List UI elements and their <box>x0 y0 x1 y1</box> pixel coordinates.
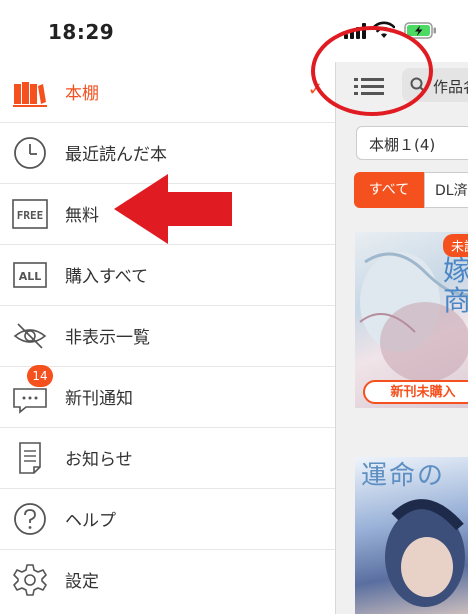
menu-label: 本棚 <box>65 84 99 104</box>
unread-tag: 未読 <box>443 234 468 257</box>
cover-title: 運命の <box>361 461 446 491</box>
annotation-arrow-icon <box>114 174 232 244</box>
menu-label: お知らせ <box>65 450 133 470</box>
bookshelf-background: 作品名 本棚１(4) すべて DL済 嫁商 未読 新刊未購入 運命の <box>335 62 468 614</box>
shelf-dropdown-value: 本棚１(4) <box>369 136 436 154</box>
side-drawer: 本棚 ✓ 最近読んだ本 FREE 無料 ALL 購入すべて 非表示一覧 14 新… <box>0 62 335 614</box>
status-time: 18:29 <box>48 20 115 44</box>
cover-title: 嫁商 <box>443 256 468 316</box>
menu-item-hidden-list[interactable]: 非表示一覧 <box>0 306 335 367</box>
bookshelf-icon <box>13 82 47 107</box>
menu-label: 最近読んだ本 <box>65 145 167 165</box>
gear-icon <box>13 564 47 596</box>
menu-label: 購入すべて <box>65 267 149 287</box>
shelf-dropdown[interactable]: 本棚１(4) <box>356 126 468 160</box>
menu-item-new-release-notice[interactable]: 14 新刊通知 <box>0 365 335 428</box>
notification-badge: 14 <box>27 365 53 387</box>
search-placeholder: 作品名 <box>433 78 468 96</box>
free-icon: FREE <box>12 199 48 229</box>
menu-item-purchased-all[interactable]: ALL 購入すべて <box>0 245 335 306</box>
tab-all[interactable]: すべて <box>354 172 424 208</box>
tab-downloaded[interactable]: DL済 <box>424 172 468 208</box>
menu-item-help[interactable]: ヘルプ <box>0 489 335 550</box>
menu-item-settings[interactable]: 設定 <box>0 550 335 611</box>
annotation-circle <box>311 26 433 116</box>
document-icon <box>19 442 41 474</box>
menu-item-news[interactable]: お知らせ <box>0 428 335 489</box>
menu-label: 新刊通知 <box>65 389 133 409</box>
book-cover[interactable]: 嫁商 未読 新刊未購入 <box>355 232 468 408</box>
book-cover[interactable]: 運命の <box>355 457 468 614</box>
free-icon-text: FREE <box>17 209 44 222</box>
help-icon <box>14 503 46 535</box>
clock-icon <box>14 137 46 169</box>
new-release-badge: 新刊未購入 <box>363 380 468 404</box>
all-icon-text: ALL <box>19 270 42 283</box>
menu-label: ヘルプ <box>65 511 116 531</box>
eye-off-icon <box>13 323 47 349</box>
menu-label: 設定 <box>65 572 99 592</box>
menu-item-bookshelf[interactable]: 本棚 ✓ <box>0 62 335 123</box>
all-icon: ALL <box>13 262 47 288</box>
menu-label: 非表示一覧 <box>65 328 150 348</box>
menu-label: 無料 <box>65 206 99 226</box>
